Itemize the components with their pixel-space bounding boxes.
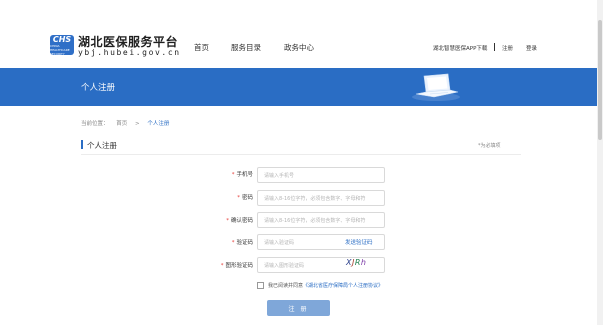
required-star: * (226, 218, 229, 224)
confirm-password-label: * 确认密码 (226, 216, 253, 224)
page-banner: 个人注册 (0, 68, 597, 106)
confirm-password-input[interactable]: 请输入8-16位字符，必须包含数字、字母和符 (257, 212, 385, 228)
section-title: 个人注册 (87, 141, 117, 150)
section-accent-bar (81, 140, 83, 149)
required-star: * (231, 172, 235, 178)
site-header: CHS CHINA HEALTHCARE SECURITY 湖北医保服务平台 y… (0, 0, 597, 68)
required-star: * (237, 195, 240, 201)
app-download-link[interactable]: 湖北智慧医保APP下载 (433, 44, 487, 52)
site-url: ybj.hubei.gov.cn (78, 48, 181, 57)
agreement-row: 我已阅读并同意 《湖北省医疗保障局个人注册协议》 (257, 282, 383, 289)
section-divider (81, 154, 521, 155)
phone-input[interactable]: 请输入手机号 (257, 167, 385, 183)
confirm-placeholder: 请输入8-16位字符，必须包含数字、字母和符 (264, 217, 366, 224)
banner-title: 个人注册 (81, 83, 116, 93)
register-button[interactable]: 注 册 (267, 300, 330, 316)
login-link[interactable]: 登录 (526, 44, 537, 52)
phone-label-text: 手机号 (236, 172, 253, 178)
password-placeholder: 请输入8-16位字符，必须包含数字、字母和符 (264, 195, 366, 202)
nav-government-center[interactable]: 政务中心 (284, 42, 314, 53)
image-code-placeholder: 请输入图形验证码 (264, 262, 305, 269)
nav-home[interactable]: 首页 (194, 42, 209, 53)
breadcrumb-current: 个人注册 (147, 121, 170, 127)
captcha-image[interactable]: XJRh (346, 258, 366, 267)
phone-placeholder: 请输入手机号 (264, 172, 295, 179)
breadcrumb-home[interactable]: 首页 (116, 121, 127, 127)
confirm-label-text: 确认密码 (230, 218, 253, 224)
phone-label: * 手机号 (232, 170, 253, 178)
required-star: * (231, 240, 235, 246)
scrollbar-thumb[interactable] (598, 20, 602, 140)
nav-service-catalog[interactable]: 服务目录 (231, 42, 261, 53)
captcha-char: h (360, 258, 367, 267)
code-placeholder: 请输入验证码 (264, 239, 295, 246)
code-label: * 验证码 (232, 238, 253, 246)
logo-subtext: CHINA HEALTHCARE SECURITY (50, 43, 70, 56)
send-code-button[interactable]: 发送验证码 (345, 238, 373, 246)
code-label-text: 验证码 (236, 240, 253, 246)
header-divider (494, 43, 495, 51)
breadcrumb: 当前位置： 首页 > 个人注册 (81, 119, 175, 127)
agreement-link[interactable]: 《湖北省医疗保障局个人注册协议》 (303, 282, 383, 289)
required-star: * (220, 263, 224, 269)
breadcrumb-prefix: 当前位置： (81, 121, 109, 127)
required-note: *为必填项 (478, 143, 501, 149)
image-code-label: * 图形验证码 (221, 261, 253, 269)
logo-text: CHS (52, 34, 72, 44)
breadcrumb-separator: > (135, 121, 140, 127)
password-input[interactable]: 请输入8-16位字符，必须包含数字、字母和符 (257, 190, 385, 206)
image-code-label-text: 图形验证码 (225, 263, 253, 269)
agreement-text: 我已阅读并同意 (268, 283, 304, 289)
laptop-illustration (412, 73, 460, 101)
scrollbar[interactable] (597, 0, 603, 325)
chs-logo[interactable]: CHS CHINA HEALTHCARE SECURITY (50, 34, 74, 56)
password-label: * 密码 (237, 193, 253, 201)
register-link[interactable]: 注册 (502, 44, 513, 52)
password-label-text: 密码 (241, 195, 253, 201)
agreement-checkbox[interactable] (257, 282, 264, 289)
